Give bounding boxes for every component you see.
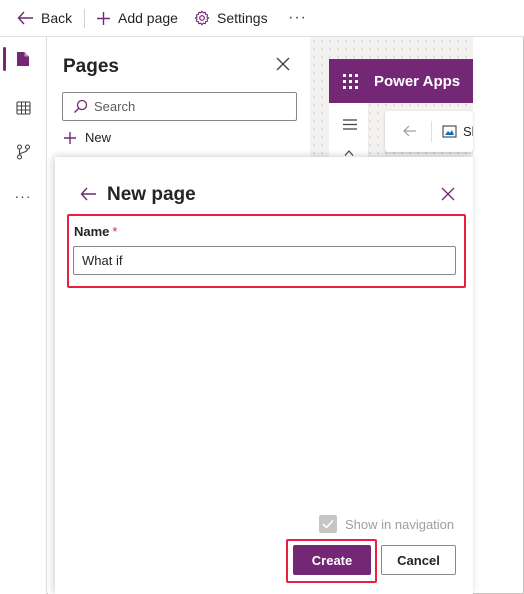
app-preview-screen-label: Sl bbox=[463, 124, 473, 139]
app-launcher-icon bbox=[343, 73, 358, 89]
app-preview-command-bar: Sl bbox=[385, 111, 473, 152]
rail-item-pages[interactable] bbox=[0, 41, 46, 77]
flow-icon bbox=[16, 144, 30, 160]
add-page-button[interactable]: Add page bbox=[96, 0, 178, 36]
new-page-dialog: New page Name* Show in navigation Create… bbox=[55, 157, 473, 594]
checkbox-box[interactable] bbox=[319, 515, 337, 533]
app-preview-header: Power Apps bbox=[329, 59, 473, 103]
table-icon bbox=[15, 101, 31, 115]
dialog-close-button[interactable] bbox=[441, 187, 455, 206]
hamburger-icon bbox=[343, 119, 357, 130]
name-label-text: Name bbox=[74, 224, 110, 239]
create-button[interactable]: Create bbox=[293, 545, 371, 575]
add-page-label: Add page bbox=[118, 10, 178, 26]
more-icon: ··· bbox=[14, 188, 32, 204]
gear-icon bbox=[194, 10, 210, 26]
show-in-navigation-checkbox[interactable]: Show in navigation bbox=[319, 515, 454, 533]
dialog-back-button[interactable] bbox=[80, 187, 97, 206]
show-in-navigation-label: Show in navigation bbox=[345, 516, 455, 532]
dialog-title: New page bbox=[107, 184, 196, 205]
left-rail: ··· bbox=[0, 37, 47, 594]
name-input[interactable] bbox=[73, 246, 456, 275]
checkmark-icon bbox=[322, 519, 334, 529]
rail-item-data[interactable] bbox=[0, 90, 46, 126]
required-marker: * bbox=[112, 224, 118, 239]
back-label: Back bbox=[41, 10, 73, 26]
arrow-left-icon bbox=[403, 125, 416, 137]
settings-label: Settings bbox=[217, 10, 268, 26]
pages-close-button[interactable] bbox=[276, 57, 290, 76]
pages-title: Pages bbox=[63, 56, 119, 77]
close-icon bbox=[441, 187, 455, 201]
plus-icon bbox=[97, 11, 110, 25]
new-label: New bbox=[85, 130, 112, 145]
command-divider bbox=[84, 9, 85, 28]
app-preview-divider bbox=[431, 121, 432, 142]
rail-item-automation[interactable] bbox=[0, 134, 46, 170]
name-field-label: Name * bbox=[74, 224, 117, 239]
chevron-up-icon bbox=[344, 150, 354, 156]
app-title: Power Apps bbox=[374, 72, 461, 90]
rail-item-more[interactable]: ··· bbox=[0, 178, 46, 214]
settings-button[interactable]: Settings bbox=[194, 0, 268, 36]
more-options-button[interactable]: ··· bbox=[288, 0, 307, 36]
search-input[interactable] bbox=[94, 99, 284, 114]
back-button[interactable]: Back bbox=[17, 0, 72, 36]
page-icon bbox=[17, 52, 29, 66]
search-icon bbox=[74, 99, 88, 113]
arrow-left-icon bbox=[80, 187, 96, 201]
arrow-left-icon bbox=[17, 11, 33, 25]
more-label: ··· bbox=[288, 9, 307, 26]
screen-icon bbox=[442, 125, 457, 138]
new-page-button[interactable]: New bbox=[63, 130, 111, 145]
app-preview-sitemap bbox=[329, 103, 369, 157]
cancel-button[interactable]: Cancel bbox=[381, 545, 456, 575]
plus-icon bbox=[64, 131, 76, 144]
pages-search[interactable] bbox=[62, 92, 297, 121]
close-icon bbox=[276, 57, 290, 71]
command-bar: Back Add page Settings ··· bbox=[0, 0, 524, 37]
